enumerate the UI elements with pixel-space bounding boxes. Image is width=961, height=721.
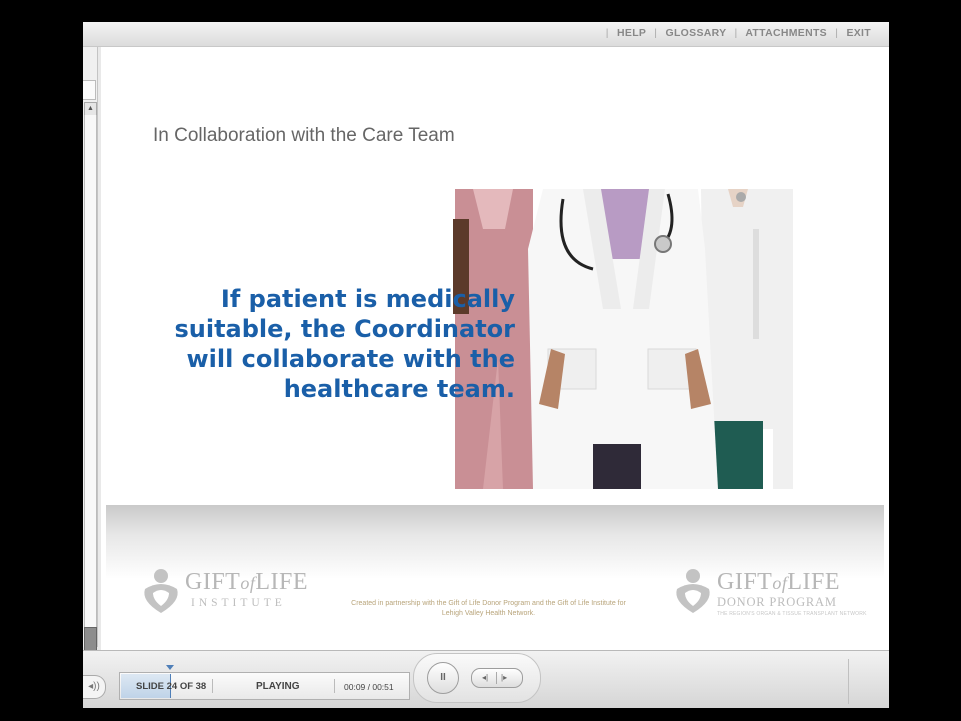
exit-link[interactable]: EXIT bbox=[846, 27, 871, 39]
seek-divider bbox=[496, 672, 497, 684]
course-player: | HELP | GLOSSARY | ATTACHMENTS | EXIT ▲… bbox=[83, 22, 889, 708]
heart-figure-icon bbox=[676, 569, 710, 613]
callout-line: healthcare team. bbox=[283, 375, 515, 403]
gift-of-life-donor-program-logo: GIFTofLIFE DONOR PROGRAM THE REGION'S OR… bbox=[673, 567, 873, 619]
logo-subtitle: INSTITUTE bbox=[191, 597, 286, 609]
rewind-icon[interactable]: ◂| bbox=[482, 669, 488, 687]
nav-separator: | bbox=[605, 27, 609, 39]
heart-figure-icon bbox=[144, 569, 178, 613]
playback-bar: ◂)) SLIDE 24 OF 38 PLAYING 00:09 / 00:51… bbox=[83, 650, 889, 708]
slide-counter: SLIDE 24 OF 38 bbox=[136, 681, 207, 692]
callout-line: If patient is medically bbox=[220, 285, 515, 313]
playback-state: PLAYING bbox=[256, 681, 300, 692]
nav-separator: | bbox=[734, 27, 738, 39]
callout-line: suitable, the Coordinator bbox=[174, 315, 515, 343]
forward-icon[interactable]: |▸ bbox=[501, 669, 507, 687]
slide-title: In Collaboration with the Care Team bbox=[153, 125, 455, 146]
glossary-link[interactable]: GLOSSARY bbox=[666, 27, 727, 39]
status-divider bbox=[212, 679, 213, 693]
callout-line: will collaborate with the bbox=[186, 345, 515, 373]
nav-separator: | bbox=[654, 27, 658, 39]
status-panel: SLIDE 24 OF 38 PLAYING 00:09 / 00:51 bbox=[119, 665, 410, 700]
logo-tagline: THE REGION'S ORGAN & TISSUE TRANSPLANT N… bbox=[717, 611, 867, 617]
partner-text: Created in partnership with the Gift of … bbox=[351, 600, 626, 617]
sidebar-panel: ▲ ▼ bbox=[83, 47, 98, 673]
sidebar-tab[interactable] bbox=[83, 80, 96, 100]
scrollbar-track[interactable] bbox=[84, 115, 97, 655]
top-nav: | HELP | GLOSSARY | ATTACHMENTS | EXIT bbox=[601, 27, 871, 39]
speaker-icon[interactable]: ◂)) bbox=[83, 675, 106, 699]
slide-canvas: In Collaboration with the Care Team If p… bbox=[101, 47, 889, 650]
logo-wordmark: GIFTofLIFE bbox=[185, 569, 309, 595]
controlbar-divider bbox=[848, 659, 849, 704]
seek-buttons: ◂| |▸ bbox=[471, 668, 523, 688]
nav-separator: | bbox=[835, 27, 839, 39]
arrow-up-icon[interactable]: ▲ bbox=[84, 102, 97, 116]
status-divider bbox=[334, 679, 335, 693]
logo-wordmark: GIFTofLIFE bbox=[717, 569, 841, 595]
slide-callout: If patient is medically suitable, the Co… bbox=[145, 284, 515, 404]
time-readout: 00:09 / 00:51 bbox=[344, 682, 394, 692]
transport-controls: II ◂| |▸ bbox=[413, 653, 541, 703]
attachments-link[interactable]: ATTACHMENTS bbox=[745, 27, 827, 39]
pause-icon[interactable]: II bbox=[427, 662, 459, 694]
gift-of-life-institute-logo: GIFTofLIFE INSTITUTE bbox=[141, 567, 336, 619]
help-link[interactable]: HELP bbox=[617, 27, 646, 39]
top-bar: | HELP | GLOSSARY | ATTACHMENTS | EXIT bbox=[83, 22, 889, 47]
progress-marker-icon[interactable] bbox=[166, 665, 174, 670]
logo-subtitle: DONOR PROGRAM bbox=[717, 595, 837, 609]
